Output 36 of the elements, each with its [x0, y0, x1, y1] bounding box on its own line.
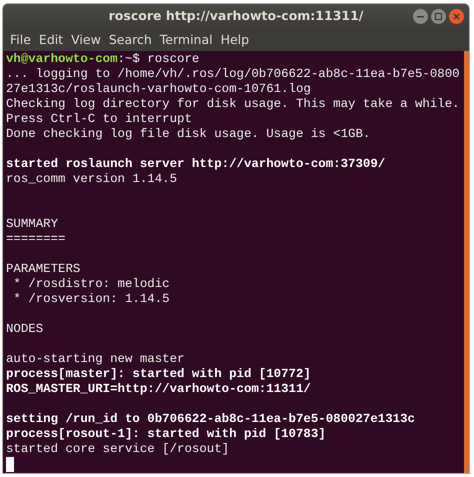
output-line: NODES: [6, 322, 44, 337]
command-text: roscore: [147, 52, 200, 66]
output-line: auto-starting new master: [6, 352, 186, 367]
output-line: Press Ctrl-C to interrupt: [6, 112, 193, 127]
output-line: process[rosout-1]: started with pid [10783]: [6, 427, 327, 442]
close-button[interactable]: [449, 9, 464, 24]
output-line: ROS_MASTER_URI=http://varhowto-com:11311/: [6, 382, 312, 397]
output-line: SUMMARY: [6, 217, 60, 232]
output-line: * /rosdistro: melodic: [12, 277, 171, 292]
text-cursor: [6, 457, 14, 472]
output-line: ========: [6, 232, 66, 247]
output-line: process[master]: started with pid [10772]: [6, 367, 312, 382]
menu-item[interactable]: Help: [216, 30, 254, 50]
menu-item[interactable]: Edit: [34, 30, 68, 50]
output-line: Done checking log file disk usage. Usage is <1GB.: [6, 127, 372, 142]
output-line: * /rosversion: 1.14.5: [12, 292, 171, 307]
output-line: ... logging to /home/vh/.ros/log/0b706622-ab8c-11ea-b7e5-0800: [6, 67, 461, 82]
close-icon: [452, 12, 461, 21]
output-line: 27e1313c/roslaunch-varhowto-com-10761.log: [6, 82, 312, 97]
maximize-button[interactable]: [431, 9, 446, 24]
prompt-path: :~$: [118, 52, 140, 66]
output-line: started roslaunch server http://varhowto-com:37309/: [6, 157, 386, 172]
prompt-user-host: vh@varhowto-com: [6, 52, 118, 66]
window-title: roscore http://varhowto-com:11311/: [108, 7, 364, 26]
menu-item[interactable]: Search: [104, 30, 156, 50]
output-line: started core service [/rosout]: [6, 442, 230, 457]
output-line: Checking log directory for disk usage. This may take a while.: [6, 97, 461, 112]
maximize-icon: [434, 12, 443, 21]
scrollbar[interactable]: [464, 51, 469, 473]
output-line: ros_comm version 1.14.5: [6, 172, 178, 187]
menu-item[interactable]: File: [6, 30, 35, 50]
minimize-button[interactable]: [413, 9, 428, 24]
menu-item[interactable]: Terminal: [156, 30, 217, 50]
menu-item[interactable]: View: [67, 30, 105, 50]
output-line: PARAMETERS: [6, 262, 82, 277]
output-line: setting /run_id to 0b706622-ab8c-11ea-b7e5-080027e1313c: [6, 412, 416, 427]
